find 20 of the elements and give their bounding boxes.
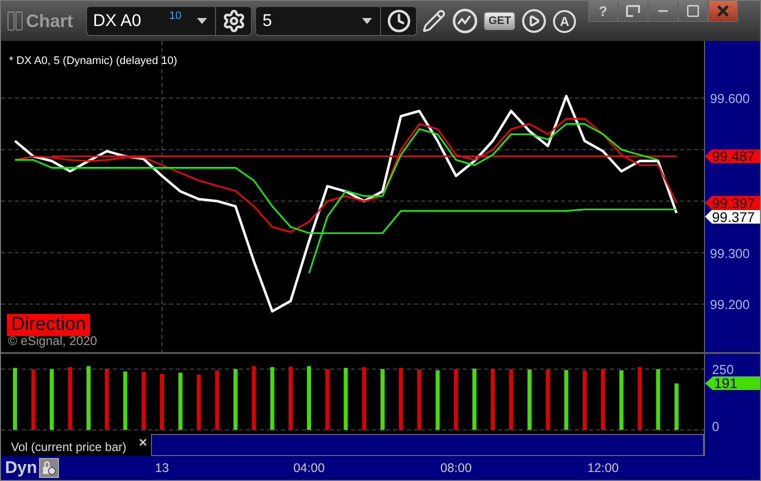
price-label: 99.377 bbox=[705, 210, 760, 224]
time-label: 13 bbox=[155, 461, 169, 475]
axis-label: 99.600 bbox=[710, 92, 750, 106]
direction-label: Direction bbox=[7, 314, 90, 336]
price-label: 99.487 bbox=[705, 149, 760, 164]
chart-legend: * DX A0, 5 (Dynamic) (delayed 10) bbox=[9, 55, 178, 67]
axis-label: 99.300 bbox=[710, 246, 750, 260]
window-title: Chart bbox=[26, 10, 74, 32]
time-label: 08:00 bbox=[440, 461, 472, 475]
time-label: 12:00 bbox=[587, 461, 619, 475]
delay-label: 10 bbox=[169, 10, 182, 22]
axis-label: 0 bbox=[712, 420, 720, 433]
copyright-text: © eSignal, 2020 bbox=[8, 334, 98, 348]
volume-label: Vol (current price bar) bbox=[10, 439, 128, 456]
volume-reading: 191 bbox=[705, 376, 760, 390]
mode-label: Dyn bbox=[4, 458, 38, 478]
axis-label: 99.200 bbox=[710, 298, 750, 312]
time-label: 04:00 bbox=[293, 461, 325, 475]
price-label: 99.397 bbox=[705, 196, 760, 210]
axis-label: 250 bbox=[712, 363, 734, 376]
